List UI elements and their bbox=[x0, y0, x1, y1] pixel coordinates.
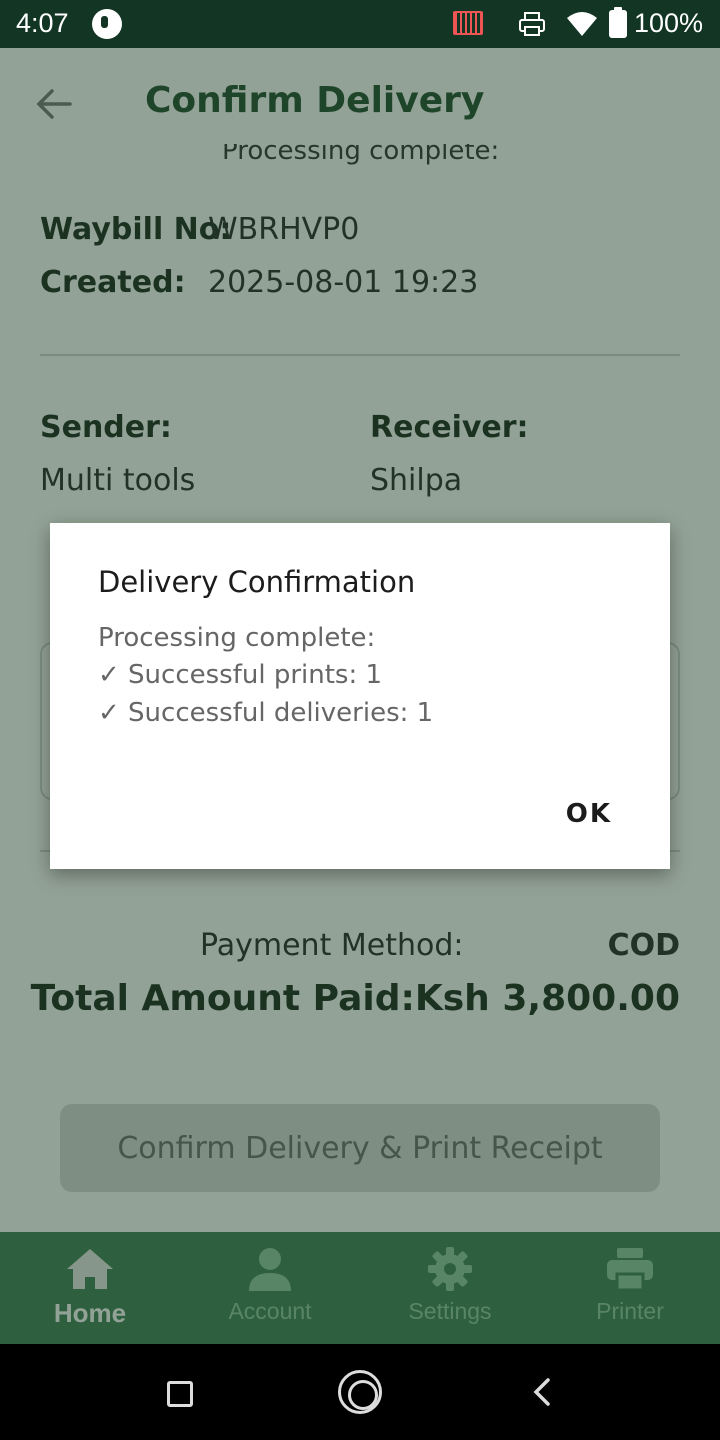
battery-percentage: 100% bbox=[634, 8, 704, 38]
wifi-icon bbox=[567, 12, 597, 36]
battery-icon bbox=[609, 7, 627, 38]
status-bar: 4:07 100% bbox=[0, 0, 720, 48]
app-notification-icon bbox=[92, 9, 122, 39]
recent-apps-icon[interactable] bbox=[167, 1381, 193, 1407]
system-navigation-bar bbox=[0, 1344, 720, 1440]
dialog-message-line: ✓ Successful deliveries: 1 bbox=[98, 698, 434, 728]
ok-button[interactable]: OK bbox=[566, 799, 612, 829]
status-time: 4:07 bbox=[16, 8, 69, 38]
dialog-message-line: ✓ Successful prints: 1 bbox=[98, 660, 383, 690]
dialog-title: Delivery Confirmation bbox=[98, 565, 416, 599]
printer-icon bbox=[519, 12, 545, 36]
barcode-scanner-icon bbox=[453, 11, 483, 35]
dialog-message-line: Processing complete: bbox=[98, 623, 376, 653]
back-icon[interactable] bbox=[528, 1378, 556, 1406]
delivery-confirmation-dialog: Delivery Confirmation Processing complet… bbox=[50, 523, 670, 869]
home-button-icon[interactable] bbox=[338, 1370, 382, 1414]
